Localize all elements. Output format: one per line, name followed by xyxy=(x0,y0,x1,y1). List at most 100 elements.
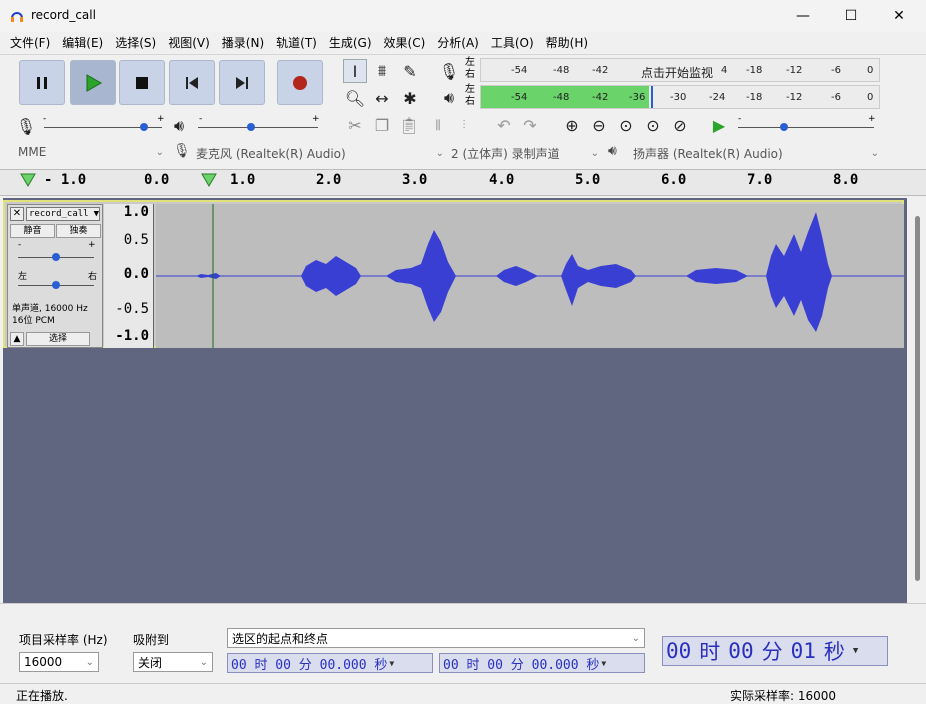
record-volume-icon-button: 🎙︎ xyxy=(14,114,38,138)
menu-effect[interactable]: 效果(C) xyxy=(378,32,432,54)
selection-end-time[interactable]: 00 时 00 分 00.000 秒 ▼ xyxy=(439,653,645,673)
play-speed-slider[interactable] xyxy=(738,127,874,128)
skip-end-icon xyxy=(236,76,248,89)
stop-icon xyxy=(136,76,148,89)
menu-help[interactable]: 帮助(H) xyxy=(540,32,594,54)
meter-tick: -6 xyxy=(831,92,841,103)
slider-max-label: + xyxy=(157,114,165,124)
redo-button[interactable]: ↷ xyxy=(518,113,542,137)
play-button[interactable] xyxy=(70,60,116,105)
amplitude-scale[interactable]: 1.0 0.5 0.0 -0.5 -1.0 xyxy=(104,204,154,348)
record-meter-button[interactable]: 🎙︎ xyxy=(437,59,461,83)
menu-tracks[interactable]: 轨道(T) xyxy=(270,32,323,54)
audio-track[interactable]: ✕ record_call ▼ 静音 独奏 - + 左 右 单声道, 16000 … xyxy=(3,200,904,348)
slider-min-label: - xyxy=(738,114,742,124)
microphone-icon: 🎙︎ xyxy=(438,61,460,81)
vertical-scrollbar[interactable] xyxy=(910,198,926,603)
solo-button[interactable]: 独奏 xyxy=(56,224,101,238)
record-volume-slider-handle[interactable] xyxy=(140,123,148,131)
play-meter-button[interactable]: 🔊︎ xyxy=(437,86,461,110)
zoom-tool-button[interactable]: 🔍︎ xyxy=(343,86,367,110)
position-minutes-unit: 分 xyxy=(761,640,783,664)
play-meter[interactable]: -54 -48 -42 -36 -30 -24 -18 -12 -6 0 xyxy=(480,85,880,109)
record-meter[interactable]: -54 -48 -42 点击开始监视 4 -18 -12 -6 0 xyxy=(480,58,880,82)
mute-label: 静音 xyxy=(23,226,42,236)
play-speed-slider-handle[interactable] xyxy=(780,123,788,131)
fit-selection-button[interactable]: ⊙ xyxy=(614,113,638,137)
mute-button[interactable]: 静音 xyxy=(10,224,55,238)
pan-slider-handle[interactable] xyxy=(52,281,60,289)
select-track-button[interactable]: 选择 xyxy=(26,332,90,346)
silence-button[interactable]: ⫶ xyxy=(452,113,476,137)
cut-button[interactable]: ✂ xyxy=(343,113,367,137)
slider-max-label: + xyxy=(312,114,320,124)
timeshift-tool-button[interactable]: ↔ xyxy=(370,86,394,110)
selection-start-time[interactable]: 00 时 00 分 00.000 秒 ▼ xyxy=(227,653,433,673)
close-button[interactable]: ✕ xyxy=(876,0,922,32)
meter-tick: 0 xyxy=(867,65,874,76)
menu-select[interactable]: 选择(S) xyxy=(109,32,162,54)
menu-file[interactable]: 文件(F) xyxy=(4,32,56,54)
zoom-toggle-icon: ⊘ xyxy=(673,115,687,135)
audio-host-select[interactable]: MME ⌄ xyxy=(18,145,164,159)
project-rate-select[interactable]: 16000 ⌄ xyxy=(19,652,99,672)
recording-device-select[interactable]: 麦克风 (Realtek(R) Audio) ⌄ xyxy=(196,145,444,162)
window-title: record_call xyxy=(31,8,96,22)
menu-tools[interactable]: 工具(O) xyxy=(485,32,540,54)
zoom-in-button[interactable]: ⊕ xyxy=(560,113,584,137)
pause-button[interactable] xyxy=(19,60,65,105)
record-button[interactable] xyxy=(277,60,323,105)
meter-tick: -54 xyxy=(511,65,528,76)
track-close-button[interactable]: ✕ xyxy=(10,207,24,221)
playback-volume-slider-handle[interactable] xyxy=(247,123,255,131)
menu-analyze[interactable]: 分析(A) xyxy=(431,32,485,54)
menu-transport[interactable]: 播录(N) xyxy=(216,32,270,54)
waveform[interactable] xyxy=(156,204,904,348)
menu-view[interactable]: 视图(V) xyxy=(162,32,216,54)
asterisk-icon: ✱ xyxy=(403,88,417,108)
zoom-toggle-button[interactable]: ⊘ xyxy=(668,113,692,137)
timeline-ruler[interactable]: - 1.0 0.0 1.0 2.0 3.0 4.0 5.0 6.0 7.0 8.… xyxy=(0,169,926,196)
playback-volume-slider[interactable] xyxy=(198,127,318,128)
amplitude-label: 0.5 xyxy=(123,232,149,248)
draw-tool-button[interactable]: ✎ xyxy=(398,59,422,83)
pencil-icon: ✎ xyxy=(403,61,417,81)
ruler-label: 5.0 xyxy=(575,172,601,188)
menu-edit[interactable]: 编辑(E) xyxy=(56,32,109,54)
paste-button[interactable]: 📋︎ xyxy=(397,113,421,137)
playback-device-select[interactable]: 扬声器 (Realtek(R) Audio) ⌄ xyxy=(633,145,879,162)
i-beam-icon: Ⅰ xyxy=(352,61,358,81)
collapse-track-button[interactable]: ▲ xyxy=(10,332,24,346)
chevron-down-icon: ⌄ xyxy=(85,656,94,668)
play-region-marker-icon[interactable] xyxy=(201,173,217,187)
zoom-in-icon: ⊕ xyxy=(565,115,579,135)
dropdown-arrow-icon: ▼ xyxy=(93,209,99,219)
speaker-icon: 🔊︎ xyxy=(443,88,455,107)
stop-button[interactable] xyxy=(119,60,165,105)
envelope-tool-button[interactable]: ⩩ xyxy=(370,59,394,83)
skip-start-button[interactable] xyxy=(169,60,215,105)
gain-slider-handle[interactable] xyxy=(52,253,60,261)
zoom-out-button[interactable]: ⊖ xyxy=(587,113,611,137)
trim-button[interactable]: ⫼ xyxy=(426,113,450,137)
multi-tool-button[interactable]: ✱ xyxy=(398,86,422,110)
play-head-marker-icon[interactable] xyxy=(20,173,36,187)
meter-tick: -18 xyxy=(746,65,763,76)
vertical-scrollbar-thumb[interactable] xyxy=(915,216,920,581)
menu-generate[interactable]: 生成(G) xyxy=(323,32,378,54)
minimize-button[interactable]: — xyxy=(780,0,826,32)
recording-channels-select[interactable]: 2 (立体声) 录制声道 ⌄ xyxy=(451,145,599,162)
snap-to-select[interactable]: 关闭 ⌄ xyxy=(133,652,213,672)
audio-position-time[interactable]: 00 时 00 分 01 秒 ▼ xyxy=(662,636,888,666)
maximize-button[interactable]: ☐ xyxy=(828,0,874,32)
position-hours: 00 xyxy=(666,639,692,663)
track-menu-button[interactable]: record_call ▼ xyxy=(26,207,100,221)
undo-button[interactable]: ↶ xyxy=(492,113,516,137)
click-to-monitor-label[interactable]: 点击开始监视 xyxy=(641,64,713,81)
fit-project-button[interactable]: ⊙ xyxy=(641,113,665,137)
skip-end-button[interactable] xyxy=(219,60,265,105)
selection-tool-button[interactable]: Ⅰ xyxy=(343,59,367,83)
copy-button[interactable]: ❐ xyxy=(370,113,394,137)
play-at-speed-button[interactable]: ▶ xyxy=(707,113,731,137)
selection-mode-select[interactable]: 选区的起点和终点 ⌄ xyxy=(227,628,645,648)
